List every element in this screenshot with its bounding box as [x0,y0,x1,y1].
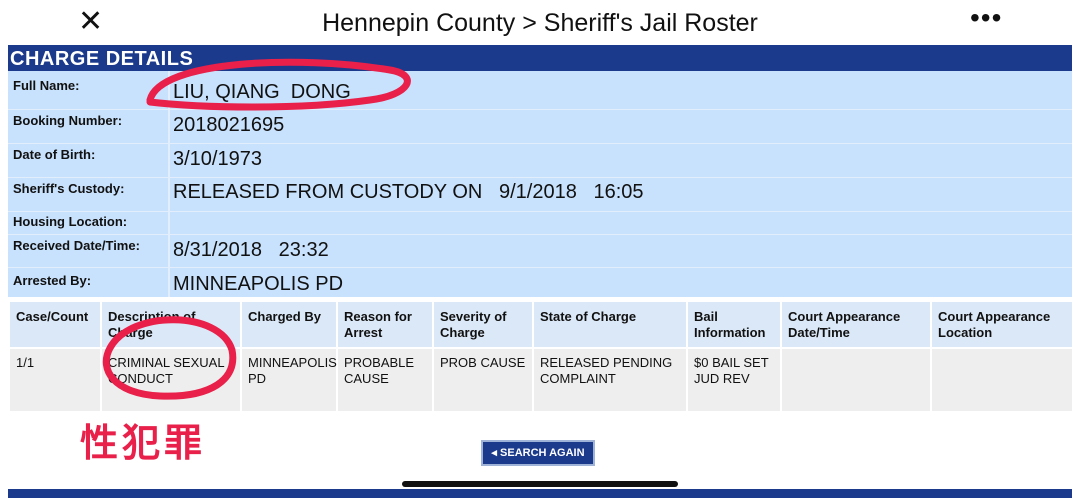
column-header: Severity of Charge [432,300,534,349]
column-header: Court Appearance Date/Time [780,300,932,349]
charge-details-header: CHARGE DETAILS [8,45,1072,71]
table-cell: MINNEAPOLIS PD [240,347,338,413]
table-cell: PROB CAUSE [432,347,534,413]
charges-table: Case/Count Description of Charge Charged… [8,300,1074,413]
home-indicator[interactable] [402,481,678,487]
search-again-label: SEARCH AGAIN [500,447,585,459]
table-cell: $0 BAIL SET JUD REV [686,347,782,413]
column-header: Reason for Arrest [336,300,434,349]
table-row: 1/1 CRIMINAL SEXUAL CONDUCT MINNEAPOLIS … [8,347,1074,413]
field-row-arrested-by: Arrested By: MINNEAPOLIS PD [8,268,1072,297]
field-label: Booking Number: [13,113,123,128]
navigation-bar: ✕ Hennepin County > Sheriff's Jail Roste… [0,0,1080,44]
field-value: 8/31/2018 23:32 [173,239,329,261]
field-label: Date of Birth: [13,147,96,162]
field-row-full-name: Full Name: LIU, QIANG DONG [8,71,1072,109]
table-header-row: Case/Count Description of Charge Charged… [8,300,1074,349]
search-again-button[interactable]: ◂ SEARCH AGAIN [481,440,595,466]
field-row-sheriffs-custody: Sheriff's Custody: RELEASED FROM CUSTODY… [8,178,1072,211]
field-row-date-of-birth: Date of Birth: 3/10/1973 [8,144,1072,177]
field-label: Full Name: [13,78,80,93]
field-value: 3/10/1973 [173,148,262,170]
table-cell [930,347,1074,413]
charge-details-panel: CHARGE DETAILS Full Name: LIU, QIANG DON… [8,45,1072,297]
page-title: Hennepin County > Sheriff's Jail Roster [322,9,758,37]
footer-bar [8,489,1072,498]
field-label: Received Date/Time: [13,238,140,253]
field-label: Arrested By: [13,273,92,288]
column-header: Bail Information [686,300,782,349]
column-header: Charged By [240,300,338,349]
table-cell: PROBABLE CAUSE [336,347,434,413]
table-cell: 1/1 [8,347,102,413]
annotation-label: 性犯罪 [80,421,207,465]
column-header: Court Appearance Location [930,300,1074,349]
field-label: Sheriff's Custody: [13,181,125,196]
field-row-received-date-time: Received Date/Time: 8/31/2018 23:32 [8,235,1072,267]
table-cell: RELEASED PENDING COMPLAINT [532,347,688,413]
field-value: LIU, QIANG DONG [173,81,351,103]
column-header: State of Charge [532,300,688,349]
field-value: MINNEAPOLIS PD [173,273,344,295]
column-header: Description of Charge [100,300,242,349]
field-value: RELEASED FROM CUSTODY ON 9/1/2018 16:05 [173,181,644,203]
column-header: Case/Count [8,300,102,349]
arrow-left-icon: ◂ [491,447,497,459]
more-dots-icon[interactable]: ••• [970,2,1002,34]
field-row-housing-location: Housing Location: [8,212,1072,234]
field-label: Housing Location: [13,214,128,229]
field-row-booking-number: Booking Number: 2018021695 [8,110,1072,143]
table-cell [780,347,932,413]
field-value: 2018021695 [173,114,285,136]
table-cell: CRIMINAL SEXUAL CONDUCT [100,347,242,413]
